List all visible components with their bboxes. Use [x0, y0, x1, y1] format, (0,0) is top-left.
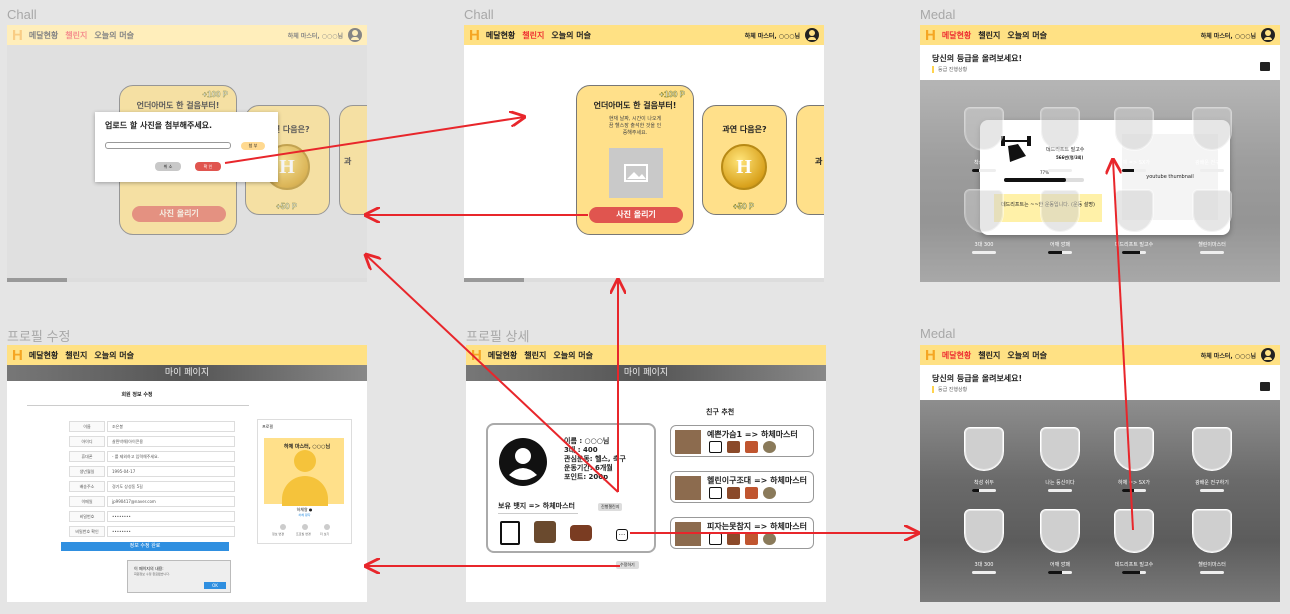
- arrow-confirm-to-chall: [224, 117, 524, 164]
- arrow-medal-to-popup: [1113, 160, 1134, 531]
- flow-arrows: [224, 0, 1134, 614]
- arrow-progress-to-chall-modal: [366, 255, 619, 493]
